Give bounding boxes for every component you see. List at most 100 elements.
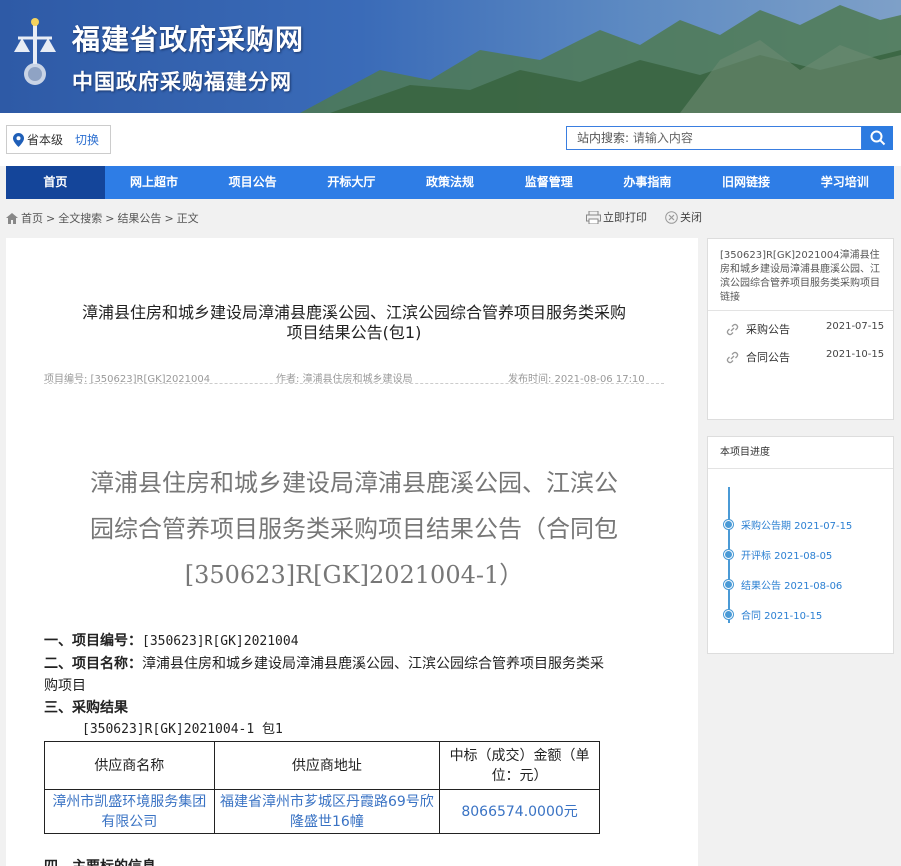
section-4-label: 四、主要标的信息 xyxy=(44,856,156,866)
nav-item-announcements[interactable]: 项目公告 xyxy=(203,166,302,199)
section-1-label: 一、项目编号： xyxy=(44,633,142,649)
announcement-heading-line: 漳浦县住房和城乡建设局漳浦县鹿溪公园、江滨公 xyxy=(90,469,618,497)
region-selector[interactable]: 省本级 切换 xyxy=(6,125,111,154)
project-progress-panel: 本项目进度 采购公告期 2021-07-15 开评标 2021-08-05 结果… xyxy=(707,436,894,654)
article-title: 漳浦县住房和城乡建设局漳浦县鹿溪公园、江滨公园综合管养项目服务类采购 项目结果公… xyxy=(44,303,664,343)
switch-region-link[interactable]: 切换 xyxy=(75,131,99,148)
emblem-icon xyxy=(14,18,56,85)
location-pin-icon xyxy=(13,132,24,147)
home-icon xyxy=(6,212,18,224)
nav-item-online-market[interactable]: 网上超市 xyxy=(105,166,204,199)
related-link-label[interactable]: 采购公告 xyxy=(746,321,790,337)
timeline-item[interactable]: 结果公告 2021-08-06 xyxy=(724,577,842,592)
nav-item-guide[interactable]: 办事指南 xyxy=(598,166,697,199)
col-amount-line: 中标（成交）金额（单 xyxy=(449,747,590,764)
timeline-item[interactable]: 开评标 2021-08-05 xyxy=(724,547,832,562)
project-name-value: 漳浦县住房和城乡建设局漳浦县鹿溪公园、江滨公园综合管养项目服务类采 xyxy=(142,656,604,672)
article-tools: 立即打印 关闭 xyxy=(586,209,702,225)
breadcrumb-home[interactable]: 首页 xyxy=(21,210,43,226)
nav-item-policies[interactable]: 政策法规 xyxy=(401,166,500,199)
related-links-header: [350623]R[GK]2021004漳浦县住房和城乡建设局漳浦县鹿溪公园、江… xyxy=(708,239,893,311)
cell-text-line: 有限公司 xyxy=(101,813,158,830)
search-button[interactable] xyxy=(862,126,893,150)
project-name-value-cont: 购项目 xyxy=(44,678,86,694)
print-label: 立即打印 xyxy=(603,211,647,224)
breadcrumb-results[interactable]: 结果公告 xyxy=(117,210,161,226)
nav-item-old-site[interactable]: 旧网链接 xyxy=(697,166,796,199)
timeline-label: 采购公告期 2021-07-15 xyxy=(741,521,853,532)
nav-item-supervision[interactable]: 监督管理 xyxy=(499,166,598,199)
col-amount: 中标（成交）金额（单 位：元） xyxy=(439,741,600,790)
section-2-label: 二、项目名称： xyxy=(44,656,142,672)
region-label: 省本级 xyxy=(27,133,64,147)
timeline-dot xyxy=(724,550,733,559)
related-link-date: 2021-10-15 xyxy=(826,349,885,360)
link-icon xyxy=(726,323,739,336)
breadcrumb: 首页 > 全文搜索 > 结果公告 > 正文 xyxy=(6,210,199,226)
cell-supplier-address: 福建省漳州市芗城区丹霞路69号欣 隆盛世16幢 xyxy=(213,789,441,834)
announcement-heading-line: 园综合管养项目服务类采购项目结果公告（合同包 xyxy=(90,515,618,543)
related-link-date: 2021-07-15 xyxy=(826,321,885,332)
announcement-heading-line: [350623]R[GK]2021004-1） xyxy=(184,561,524,589)
table-header-row: 供应商名称 供应商地址 中标（成交）金额（单 位：元） xyxy=(44,741,600,790)
site-banner: 福建省政府采购网 中国政府采购福建分网 xyxy=(0,0,901,113)
top-bar: 省本级 切换 站内搜索: 请输入内容 xyxy=(0,113,901,166)
related-link-label[interactable]: 合同公告 xyxy=(746,349,790,365)
article-panel: 漳浦县住房和城乡建设局漳浦县鹿溪公园、江滨公园综合管养项目服务类采购 项目结果公… xyxy=(6,238,698,866)
nav-item-bid-hall[interactable]: 开标大厅 xyxy=(302,166,401,199)
timeline-dot xyxy=(724,580,733,589)
timeline-item[interactable]: 采购公告期 2021-07-15 xyxy=(724,517,852,532)
breadcrumb-search[interactable]: 全文搜索 xyxy=(58,210,102,226)
col-supplier-name: 供应商名称 xyxy=(44,741,215,790)
col-amount-line: 位：元） xyxy=(491,767,548,784)
close-button[interactable]: 关闭 xyxy=(665,209,702,225)
site-subtitle: 中国政府采购福建分网 xyxy=(72,70,292,94)
cell-amount: 8066574.0000元 xyxy=(439,789,600,834)
site-title: 福建省政府采购网 xyxy=(72,23,305,56)
timeline-label: 开评标 2021-08-05 xyxy=(741,551,833,562)
cell-text-line: 福建省漳州市芗城区丹霞路69号欣 xyxy=(219,793,434,810)
cell-text-line: 隆盛世16幢 xyxy=(289,813,364,830)
site-search-field[interactable]: 站内搜索: 请输入内容 xyxy=(566,126,862,150)
article-title-line: 漳浦县住房和城乡建设局漳浦县鹿溪公园、江滨公园综合管养项目服务类采购 xyxy=(81,303,626,322)
main-nav: 首页 网上超市 项目公告 开标大厅 政策法规 监督管理 办事指南 旧网链接 学习… xyxy=(6,166,894,199)
search-label: 站内搜索: xyxy=(577,131,630,145)
timeline-dot xyxy=(724,520,733,529)
timeline-item[interactable]: 合同 2021-10-15 xyxy=(724,607,822,622)
announcement-heading: 漳浦县住房和城乡建设局漳浦县鹿溪公园、江滨公 园综合管养项目服务类采购项目结果公… xyxy=(46,460,662,598)
timeline-label: 结果公告 2021-08-06 xyxy=(741,581,843,592)
breadcrumb-separator: > xyxy=(164,211,174,225)
timeline-label: 合同 2021-10-15 xyxy=(741,611,823,622)
breadcrumb-separator: > xyxy=(46,211,56,225)
timeline-dot xyxy=(724,610,733,619)
nav-item-training[interactable]: 学习培训 xyxy=(795,166,894,199)
result-table: 供应商名称 供应商地址 中标（成交）金额（单 位：元） 漳州市凯盛环境服务集团 … xyxy=(44,741,600,834)
related-link-item[interactable]: 采购公告 2021-07-15 xyxy=(708,315,893,343)
section-3-label: 三、采购结果 xyxy=(44,700,128,716)
related-links-panel: [350623]R[GK]2021004漳浦县住房和城乡建设局漳浦县鹿溪公园、江… xyxy=(707,238,894,420)
close-icon xyxy=(665,210,678,224)
cell-supplier-name: 漳州市凯盛环境服务集团 有限公司 xyxy=(44,789,215,834)
meta-project-code: 项目编号: [350623]R[GK]2021004 xyxy=(44,374,211,385)
close-label: 关闭 xyxy=(680,211,702,224)
nav-item-home[interactable]: 首页 xyxy=(6,166,105,199)
breadcrumb-separator: > xyxy=(105,211,115,225)
printer-icon xyxy=(586,210,601,224)
article-title-line: 项目结果公告(包1) xyxy=(286,323,422,342)
print-button[interactable]: 立即打印 xyxy=(586,209,647,225)
meta-author: 作者: 漳浦县住房和城乡建设局 xyxy=(276,374,413,385)
project-code-value: [350623]R[GK]2021004 xyxy=(142,634,299,649)
table-row: 漳州市凯盛环境服务集团 有限公司 福建省漳州市芗城区丹霞路69号欣 隆盛世16幢… xyxy=(44,789,600,834)
meta-publish-time: 发布时间: 2021-08-06 17:10 xyxy=(508,374,645,385)
cell-text-line: 漳州市凯盛环境服务集团 xyxy=(52,793,207,810)
related-link-item[interactable]: 合同公告 2021-10-15 xyxy=(708,343,893,371)
search-icon xyxy=(870,130,885,146)
article-body: 一、项目编号：[350623]R[GK]2021004 二、项目名称：漳浦县住房… xyxy=(44,630,664,741)
link-icon xyxy=(726,351,739,364)
article-meta: 项目编号: [350623]R[GK]2021004 作者: 漳浦县住房和城乡建… xyxy=(44,370,664,385)
col-supplier-address: 供应商地址 xyxy=(213,741,441,790)
package-label: [350623]R[GK]2021004-1 包1 xyxy=(82,722,283,737)
breadcrumb-current: 正文 xyxy=(176,212,199,225)
search-input[interactable]: 请输入内容 xyxy=(633,131,693,145)
progress-header: 本项目进度 xyxy=(708,437,893,469)
